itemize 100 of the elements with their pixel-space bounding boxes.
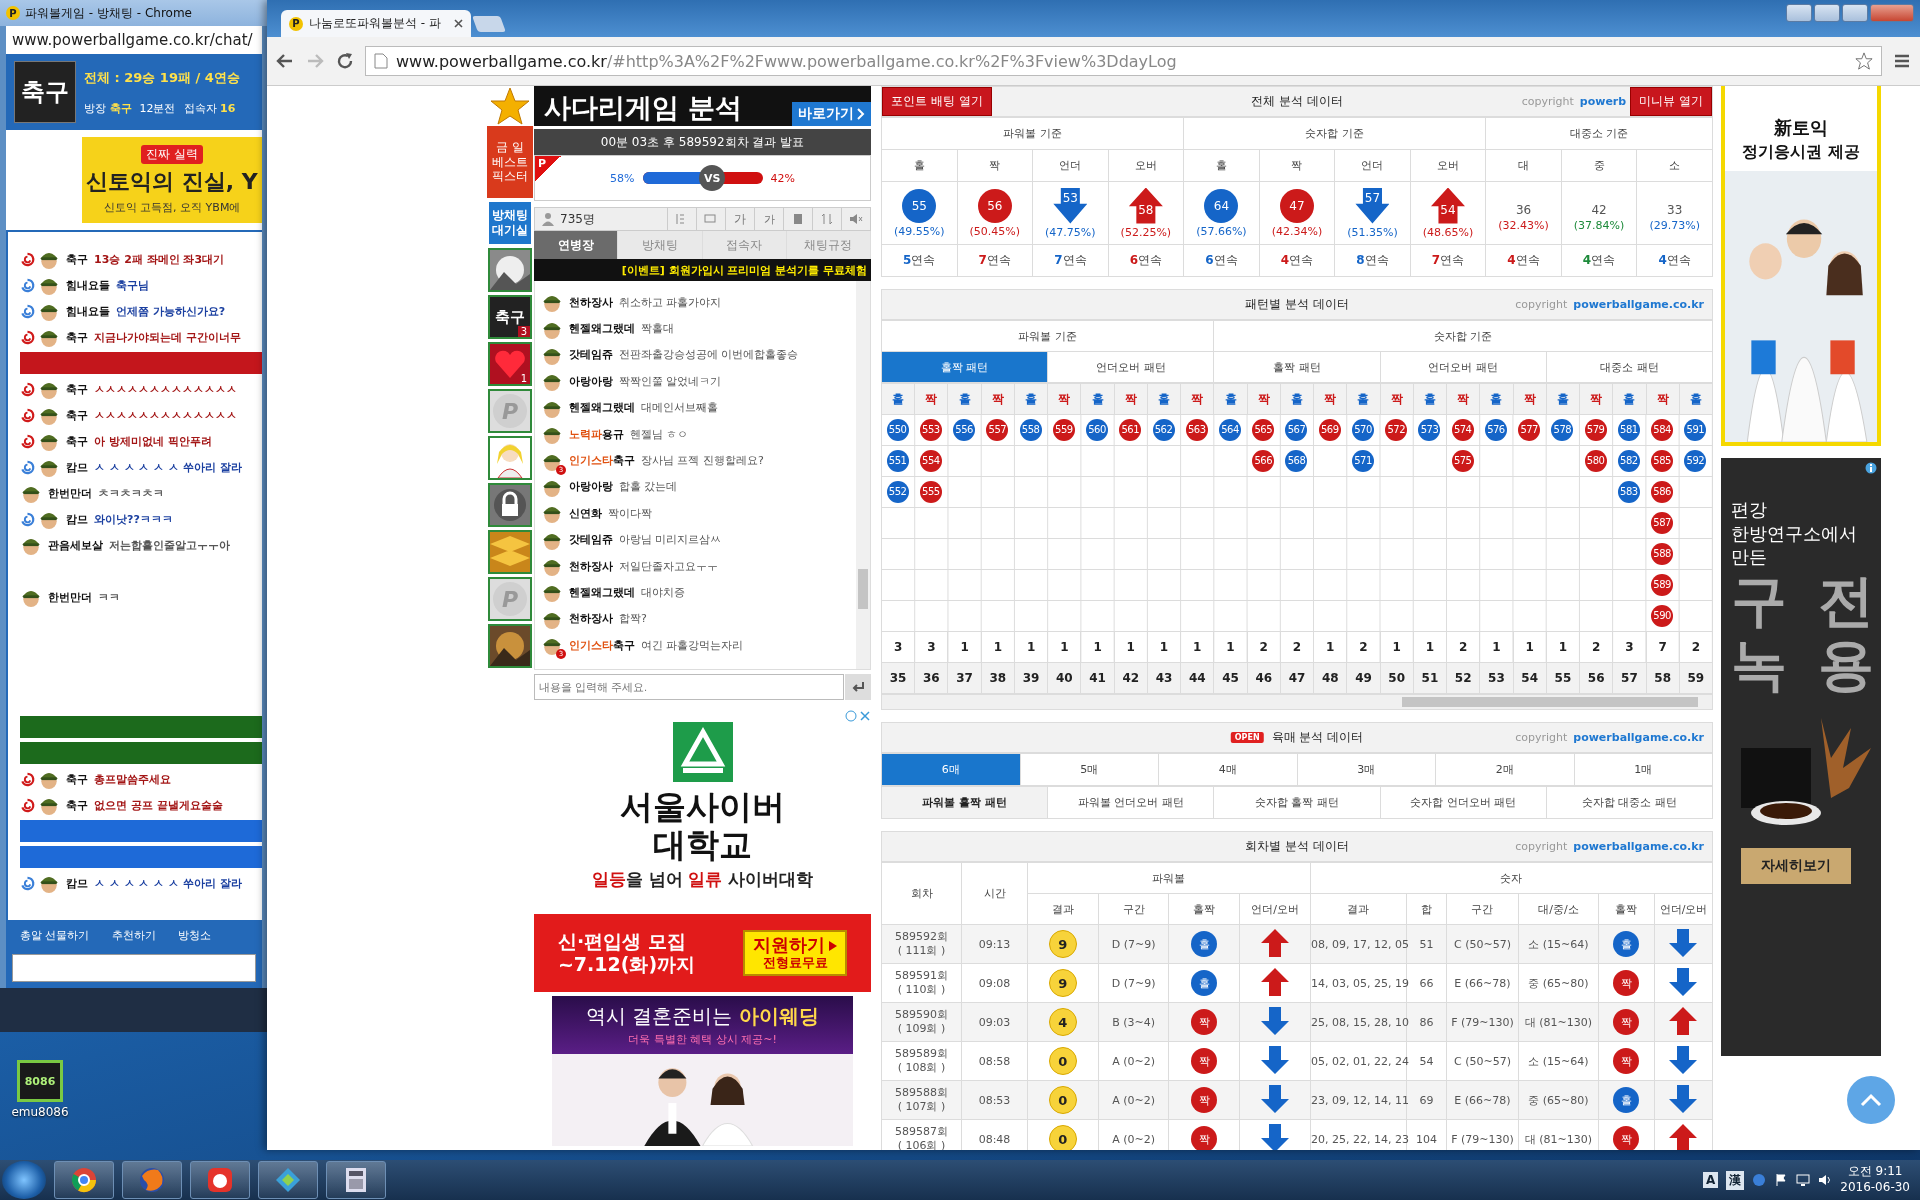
section-title: 육매 분석 데이터 bbox=[1271, 729, 1364, 746]
pattern-tab[interactable]: 숫자합 언더오버 패턴 bbox=[1380, 786, 1547, 819]
section-title: 전체 분석 데이터 bbox=[1251, 93, 1343, 110]
chat-tab[interactable]: 연병장 bbox=[534, 231, 619, 259]
start-button[interactable] bbox=[2, 1161, 46, 1199]
best-picker-label[interactable]: 금 일 베스트 픽스터 bbox=[487, 126, 533, 198]
round-ball: 579 bbox=[1584, 418, 1607, 441]
new-tab-button[interactable] bbox=[472, 16, 506, 32]
ad-banner[interactable]: 新토익 정기응시권 제공 bbox=[1721, 86, 1881, 446]
odd-even-ball: 짝 bbox=[1191, 1048, 1218, 1074]
count-tab[interactable]: 5매 bbox=[1020, 753, 1159, 786]
event-notice[interactable]: [이벤트] 회원가입시 프리미엄 분석기를 무료체험 bbox=[534, 259, 871, 281]
count-tab[interactable]: 4매 bbox=[1158, 753, 1297, 786]
waiting-room-button[interactable]: 방채팅 대기실 bbox=[488, 201, 532, 245]
point-betting-button[interactable]: 포인트 배팅 열기 bbox=[882, 87, 992, 116]
cartoon-figure-icon bbox=[490, 438, 530, 478]
user-name: 축구 bbox=[66, 771, 88, 787]
play-icon bbox=[829, 940, 838, 951]
chip-icon[interactable]: 8086 bbox=[17, 1060, 63, 1102]
ladder-game-banner[interactable]: 사다리게임 분석 바로가기 bbox=[534, 86, 871, 126]
ad-banner[interactable]: 진짜 실력 신토익의 진실, Y 신토익 고득점, 오직 YBM에 bbox=[82, 137, 262, 223]
percentage: (49.55%) bbox=[894, 224, 945, 238]
pattern-tab[interactable]: 파워볼 언더오버 패턴 bbox=[1047, 786, 1214, 819]
send-button[interactable] bbox=[845, 674, 871, 700]
taskbar-button[interactable] bbox=[326, 1161, 386, 1199]
percentage: (37.84%) bbox=[1573, 218, 1625, 232]
site-logo: P bbox=[6, 6, 20, 20]
action-link[interactable]: 방청소 bbox=[177, 927, 211, 943]
apply-button[interactable]: 지원하기 전형료무료 bbox=[743, 930, 848, 976]
message-text: 합짝? bbox=[619, 611, 647, 627]
pattern-tab[interactable]: 홀짝 패턴 bbox=[1213, 351, 1381, 383]
down-arrow-icon bbox=[1260, 1005, 1291, 1036]
count-tab[interactable]: 2매 bbox=[1435, 753, 1574, 786]
scrollbar[interactable] bbox=[856, 281, 870, 669]
university-logo bbox=[672, 722, 733, 782]
close-icon[interactable] bbox=[454, 19, 463, 28]
ad-banner[interactable]: 서울사이버 대학교 일등을 넘어 일류 사이버대학 신·편입생 모집 ~7.12(화)까지 지원하기 전형료무료 bbox=[534, 710, 871, 992]
taskbar-button[interactable] bbox=[54, 1161, 114, 1199]
reload-icon[interactable] bbox=[335, 51, 355, 71]
ime-indicator[interactable]: 漢 bbox=[1726, 1170, 1745, 1190]
message-field[interactable]: 내용을 입력해 주세요. bbox=[534, 674, 844, 700]
pattern-tab[interactable]: 언더오버 패턴 bbox=[1380, 351, 1547, 383]
ad-banner[interactable]: 편강 한방연구소에서 만든 구 전 녹 용 자세히보기 bbox=[1721, 458, 1881, 1056]
odd-even-ball: 짝 bbox=[1191, 1126, 1218, 1150]
user-name: 갓테임쥬 bbox=[569, 532, 613, 548]
chat-input[interactable] bbox=[12, 954, 256, 982]
maximize-button[interactable] bbox=[1842, 4, 1868, 22]
flag-icon[interactable] bbox=[1774, 1173, 1789, 1187]
site-link[interactable]: powerb bbox=[1579, 95, 1627, 108]
action-link[interactable]: 추천하기 bbox=[111, 927, 156, 943]
pattern-tab[interactable]: 홀짝 패턴 bbox=[881, 351, 1048, 383]
ad-banner[interactable]: 역시 결혼준비는 아이웨딩 더욱 특별한 혜택 상시 제공~! bbox=[534, 996, 871, 1146]
result-ball: 55 bbox=[902, 188, 937, 223]
speaker-icon[interactable] bbox=[1818, 1173, 1833, 1187]
scroll-top-button[interactable] bbox=[1847, 1076, 1895, 1124]
site-link[interactable]: powerballgame.co.kr bbox=[1573, 731, 1704, 744]
percentage: (32.43%) bbox=[1498, 218, 1549, 232]
icon-label[interactable]: emu8086 bbox=[11, 1105, 69, 1119]
group-header: 숫자 bbox=[1310, 862, 1713, 894]
column-header: 홀 bbox=[1612, 383, 1646, 414]
star-icon bbox=[490, 86, 530, 126]
address-bar[interactable]: www.powerballgame.co.kr/chat/ bbox=[6, 26, 262, 54]
browser-tab[interactable]: P 나눔로또파워볼분석 - 파 bbox=[281, 10, 471, 37]
scrollbar[interactable] bbox=[881, 694, 1713, 710]
pattern-tab[interactable]: 언더오버 패턴 bbox=[1047, 351, 1214, 383]
count-tab[interactable]: 3매 bbox=[1297, 753, 1436, 786]
user-name: 천하장사 bbox=[569, 611, 613, 627]
count-tab[interactable]: 1매 bbox=[1574, 753, 1713, 786]
round-ball: 551 bbox=[886, 449, 909, 472]
site-link[interactable]: powerballgame.co.kr bbox=[1573, 298, 1704, 311]
message-text: ㅅㅅㅅㅅㅅㅅㅅㅅㅅㅅㅅㅅㅅ bbox=[94, 381, 237, 397]
column-header: 대 bbox=[1485, 149, 1562, 182]
address-bar[interactable]: www.powerballgame.co.kr/#http%3A%2F%2Fwww.powerballgame.co.kr%2F%3Fview%3DdayLog bbox=[365, 46, 1882, 76]
ime-indicator[interactable]: A bbox=[1702, 1172, 1719, 1188]
clock[interactable]: 오전 9:11 2016-06-30 bbox=[1840, 1164, 1910, 1196]
percentage: (29.73%) bbox=[1649, 218, 1700, 232]
site-link[interactable]: powerballgame.co.kr bbox=[1573, 840, 1704, 853]
message-text: 대야치증 bbox=[641, 585, 685, 600]
taskbar-button[interactable] bbox=[258, 1161, 318, 1199]
ad-headline: 신토익의 진실, Y bbox=[86, 168, 258, 196]
column-header: 홀 bbox=[1080, 383, 1114, 414]
network-icon[interactable] bbox=[1796, 1173, 1811, 1187]
pattern-tab[interactable]: 파워볼 홀짝 패턴 bbox=[881, 786, 1048, 819]
user-count: 735명 bbox=[560, 210, 595, 228]
shortcut-link[interactable]: 바로가기 bbox=[792, 102, 871, 126]
user-button[interactable] bbox=[1786, 4, 1812, 22]
taskbar-button[interactable] bbox=[190, 1161, 250, 1199]
more-button[interactable]: 자세히보기 bbox=[1741, 847, 1851, 884]
help-icon[interactable] bbox=[1752, 1173, 1767, 1187]
pattern-tab[interactable]: 숫자합 대중소 패턴 bbox=[1546, 786, 1713, 819]
mini-view-button[interactable]: 미니뷰 열기 bbox=[1630, 87, 1712, 116]
pattern-tab[interactable]: 대중소 패턴 bbox=[1546, 351, 1713, 383]
pattern-tab[interactable]: 숫자합 홀짝 패턴 bbox=[1213, 786, 1381, 819]
action-link[interactable]: 총알 선물하기 bbox=[20, 927, 90, 943]
count-tab[interactable]: 6매 bbox=[881, 753, 1020, 786]
table-cell: F (79~130) bbox=[1446, 1002, 1519, 1042]
close-button[interactable] bbox=[1870, 4, 1914, 22]
minimize-button[interactable] bbox=[1814, 4, 1840, 22]
round-ball: 592 bbox=[1684, 449, 1707, 472]
bookmark-star-icon[interactable] bbox=[1855, 52, 1873, 70]
